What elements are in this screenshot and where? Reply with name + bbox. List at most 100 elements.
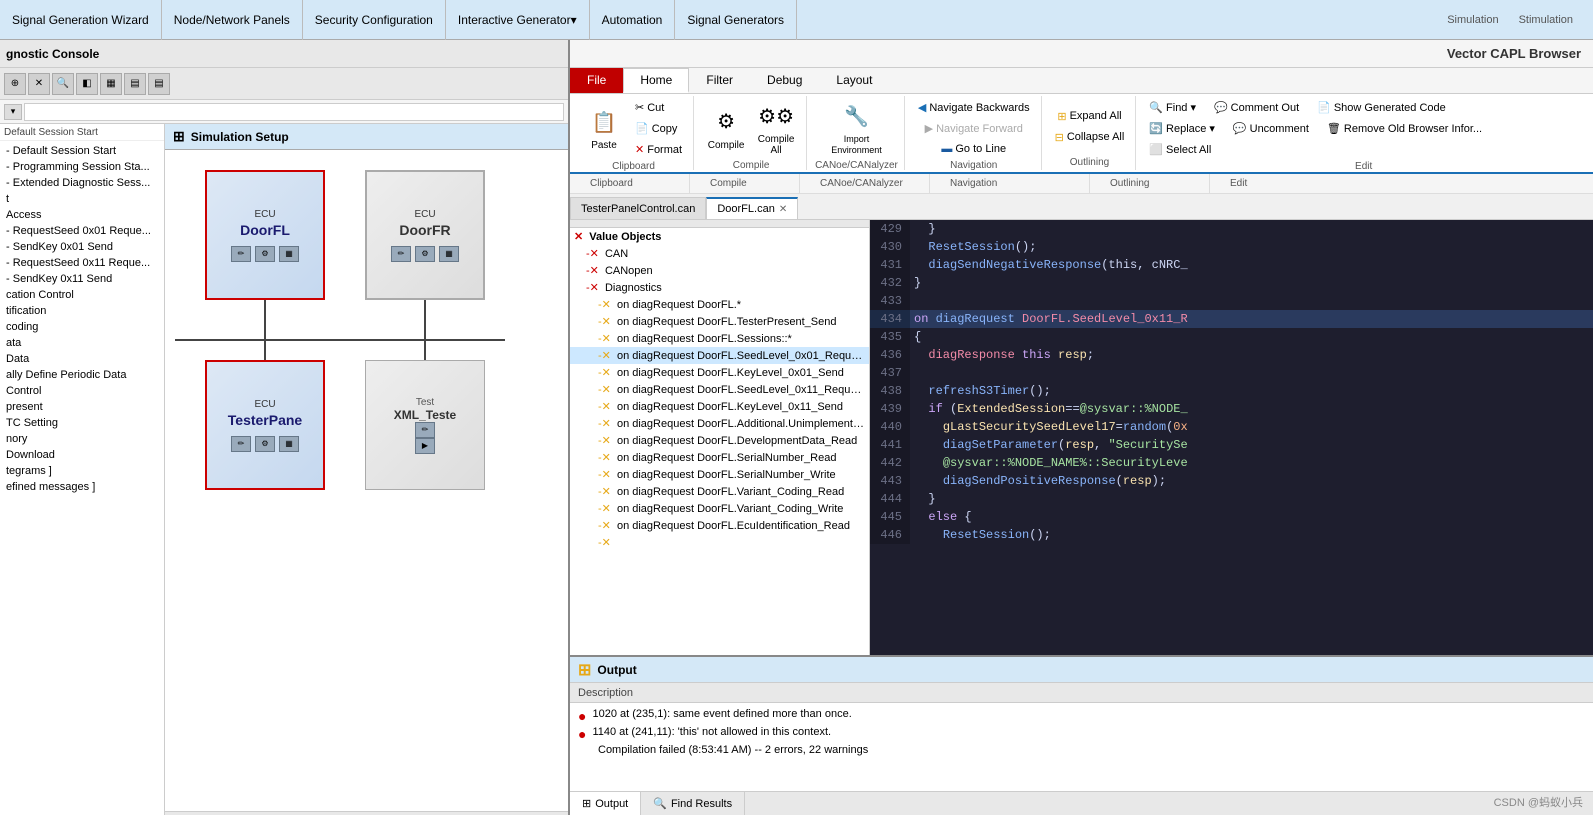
tree-scrollbar-area[interactable]: [570, 220, 869, 228]
tree-item-fn-0[interactable]: -✕ on diagRequest DoorFL.*: [570, 296, 869, 313]
tree-item-fn-11[interactable]: -✕ on diagRequest DoorFL.Variant_Coding_…: [570, 483, 869, 500]
list-item[interactable]: - SendKey 0x11 Send: [0, 271, 164, 287]
tree-item-diagnostics[interactable]: -✕ Diagnostics: [570, 279, 869, 296]
nav-btn-1[interactable]: ⊕: [4, 73, 26, 95]
tree-item-value-objects[interactable]: ✕ Value Objects: [570, 228, 869, 245]
tree-item-fn-2[interactable]: -✕ on diagRequest DoorFL.Sessions::*: [570, 330, 869, 347]
tab-automation[interactable]: Automation: [590, 0, 676, 40]
list-item[interactable]: cation Control: [0, 287, 164, 303]
tree-item-fn-4[interactable]: -✕ on diagRequest DoorFL.KeyLevel_0x01_S…: [570, 364, 869, 381]
nav-btn-3[interactable]: 🔍: [52, 73, 74, 95]
list-item[interactable]: Control: [0, 383, 164, 399]
collapse-all-button[interactable]: ⊟ Collapse All: [1050, 128, 1130, 147]
ecu-icon-edit2[interactable]: ✏: [391, 246, 411, 262]
list-item[interactable]: tification: [0, 303, 164, 319]
tab-file[interactable]: File: [570, 68, 623, 93]
ecu-icon-view3[interactable]: ▦: [279, 436, 299, 452]
search-input[interactable]: [24, 103, 564, 121]
tree-item-fn-6[interactable]: -✕ on diagRequest DoorFL.KeyLevel_0x11_S…: [570, 398, 869, 415]
compile-button[interactable]: ⚙ Compile: [702, 98, 750, 158]
tree-item-fn-5[interactable]: -✕ on diagRequest DoorFL.SeedLevel_0x11_…: [570, 381, 869, 398]
cut-button[interactable]: ✂ Cut: [630, 98, 687, 117]
tree-item-fn-13[interactable]: -✕ on diagRequest DoorFL.EcuIdentificati…: [570, 517, 869, 534]
ecu-icon-view[interactable]: ▦: [279, 246, 299, 262]
list-item[interactable]: TC Setting: [0, 415, 164, 431]
tab-security-config[interactable]: Security Configuration: [303, 0, 446, 40]
tree-item-fn-10[interactable]: -✕ on diagRequest DoorFL.SerialNumber_Wr…: [570, 466, 869, 483]
nav-backwards-button[interactable]: ◀ Navigate Backwards: [913, 98, 1035, 117]
list-item[interactable]: - Extended Diagnostic Sess...: [0, 175, 164, 191]
nav-btn-7[interactable]: ▤: [148, 73, 170, 95]
output-tab-find-results[interactable]: 🔍 Find Results: [641, 792, 745, 815]
test-icon-edit[interactable]: ✏: [415, 422, 435, 438]
show-generated-button[interactable]: 📄 Show Generated Code: [1312, 98, 1451, 117]
tab-interactive-gen[interactable]: Interactive Generator▾: [446, 0, 590, 40]
list-item[interactable]: - SendKey 0x01 Send: [0, 239, 164, 255]
tab-signal-generators[interactable]: Signal Generators: [675, 0, 797, 40]
copy-button[interactable]: 📄 Copy: [630, 119, 687, 138]
tree-item-fn-8[interactable]: -✕ on diagRequest DoorFL.DevelopmentData…: [570, 432, 869, 449]
search-dropdown-btn[interactable]: ▾: [4, 104, 22, 120]
list-item[interactable]: Data: [0, 351, 164, 367]
goto-line-button[interactable]: ▬ Go to Line: [936, 140, 1011, 158]
nav-btn-4[interactable]: ◧: [76, 73, 98, 95]
list-item[interactable]: ata: [0, 335, 164, 351]
format-button[interactable]: ✕ Format: [630, 140, 687, 159]
ecu-icon-edit[interactable]: ✏: [231, 246, 251, 262]
expand-all-button[interactable]: ⊞ Expand All: [1052, 107, 1126, 126]
tab-node-network[interactable]: Node/Network Panels: [162, 0, 303, 40]
replace-button[interactable]: 🔄 Replace▾: [1144, 119, 1220, 138]
list-item[interactable]: present: [0, 399, 164, 415]
tree-item-fn-9[interactable]: -✕ on diagRequest DoorFL.SerialNumber_Re…: [570, 449, 869, 466]
find-button[interactable]: 🔍 Find▾: [1144, 98, 1201, 117]
nav-forward-button[interactable]: ▶ Navigate Forward: [920, 119, 1028, 138]
test-icon-run[interactable]: ▶: [415, 438, 435, 454]
file-tab-doorfl[interactable]: DoorFL.can ✕: [706, 197, 798, 219]
list-item[interactable]: - RequestSeed 0x11 Reque...: [0, 255, 164, 271]
tab-debug[interactable]: Debug: [750, 68, 819, 93]
remove-old-browser-button[interactable]: 🗑 Remove Old Browser Infor...: [1322, 119, 1487, 138]
tree-item-fn-12[interactable]: -✕ on diagRequest DoorFL.Variant_Coding_…: [570, 500, 869, 517]
list-item[interactable]: Access: [0, 207, 164, 223]
tree-item-fn-1[interactable]: -✕ on diagRequest DoorFL.TesterPresent_S…: [570, 313, 869, 330]
tree-item-can[interactable]: -✕ CAN: [570, 245, 869, 262]
list-item[interactable]: - Programming Session Sta...: [0, 159, 164, 175]
output-tab-output[interactable]: ⊞ Output: [570, 792, 641, 815]
file-tab-testerpanel[interactable]: TesterPanelControl.can: [570, 197, 706, 219]
list-item[interactable]: - Default Session Start: [0, 143, 164, 159]
tab-home[interactable]: Home: [623, 68, 689, 93]
list-item[interactable]: tegrams ]: [0, 463, 164, 479]
list-item[interactable]: efined messages ]: [0, 479, 164, 495]
select-all-button[interactable]: ⬜ Select All: [1144, 140, 1216, 159]
compile-all-button[interactable]: ⚙⚙ Compile All: [752, 98, 800, 158]
tree-item-fn-3[interactable]: -✕ on diagRequest DoorFL.SeedLevel_0x01_…: [570, 347, 869, 364]
close-tab-icon[interactable]: ✕: [779, 204, 787, 215]
ecu-icon-view2[interactable]: ▦: [439, 246, 459, 262]
tab-signal-generation[interactable]: Signal Generation Wizard: [0, 0, 162, 40]
uncomment-button[interactable]: 💬 Uncomment: [1228, 119, 1314, 138]
ecu-doorfl[interactable]: ECU DoorFL ✏ ⚙ ▦: [205, 170, 325, 300]
nav-btn-5[interactable]: ▦: [100, 73, 122, 95]
list-item[interactable]: nory: [0, 431, 164, 447]
list-item[interactable]: - RequestSeed 0x01 Reque...: [0, 223, 164, 239]
nav-btn-6[interactable]: ▤: [124, 73, 146, 95]
ecu-testerpane[interactable]: ECU TesterPane ✏ ⚙ ▦: [205, 360, 325, 490]
ecu-icon-edit3[interactable]: ✏: [231, 436, 251, 452]
ecu-icon-config[interactable]: ⚙: [255, 246, 275, 262]
ecu-icon-config3[interactable]: ⚙: [255, 436, 275, 452]
code-editor[interactable]: 429 } 430 ResetSession(); 431 diagSendNe…: [870, 220, 1593, 655]
tab-filter[interactable]: Filter: [689, 68, 750, 93]
list-item[interactable]: t: [0, 191, 164, 207]
ecu-doorfr[interactable]: ECU DoorFR ✏ ⚙ ▦: [365, 170, 485, 300]
test-xml-teste[interactable]: Test XML_Teste ✏ ▶: [365, 360, 485, 490]
ecu-icon-config2[interactable]: ⚙: [415, 246, 435, 262]
list-item[interactable]: ally Define Periodic Data: [0, 367, 164, 383]
list-item[interactable]: coding: [0, 319, 164, 335]
import-env-button[interactable]: 🔧 Import Environment: [826, 98, 886, 158]
nav-btn-2[interactable]: ✕: [28, 73, 50, 95]
list-item[interactable]: Download: [0, 447, 164, 463]
tab-layout[interactable]: Layout: [819, 68, 889, 93]
tree-item-fn-7[interactable]: -✕ on diagRequest DoorFL.Additional.Unim…: [570, 415, 869, 432]
paste-button[interactable]: 📋 Paste: [580, 99, 628, 159]
comment-out-button[interactable]: 💬 Comment Out: [1209, 98, 1304, 117]
